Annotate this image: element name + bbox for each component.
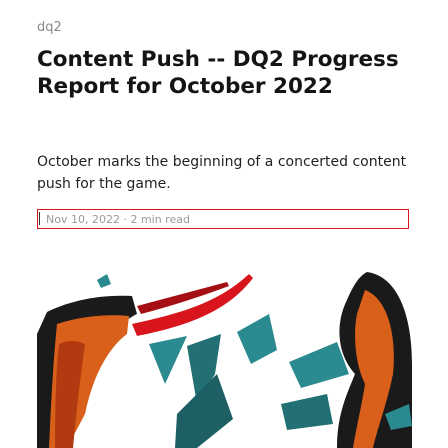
post-meta-box: Nov 10, 2022 · 2 min read — [37, 209, 409, 229]
site-label[interactable]: dq2 — [37, 20, 62, 35]
post-meta: Nov 10, 2022 · 2 min read — [46, 213, 190, 226]
post-subtitle: October marks the beginning of a concert… — [37, 154, 407, 192]
cover-artwork — [37, 272, 412, 448]
text-cursor — [39, 212, 40, 225]
post-title: Content Push -- DQ2 Progress Report for … — [37, 47, 399, 99]
hero-image — [37, 254, 412, 448]
